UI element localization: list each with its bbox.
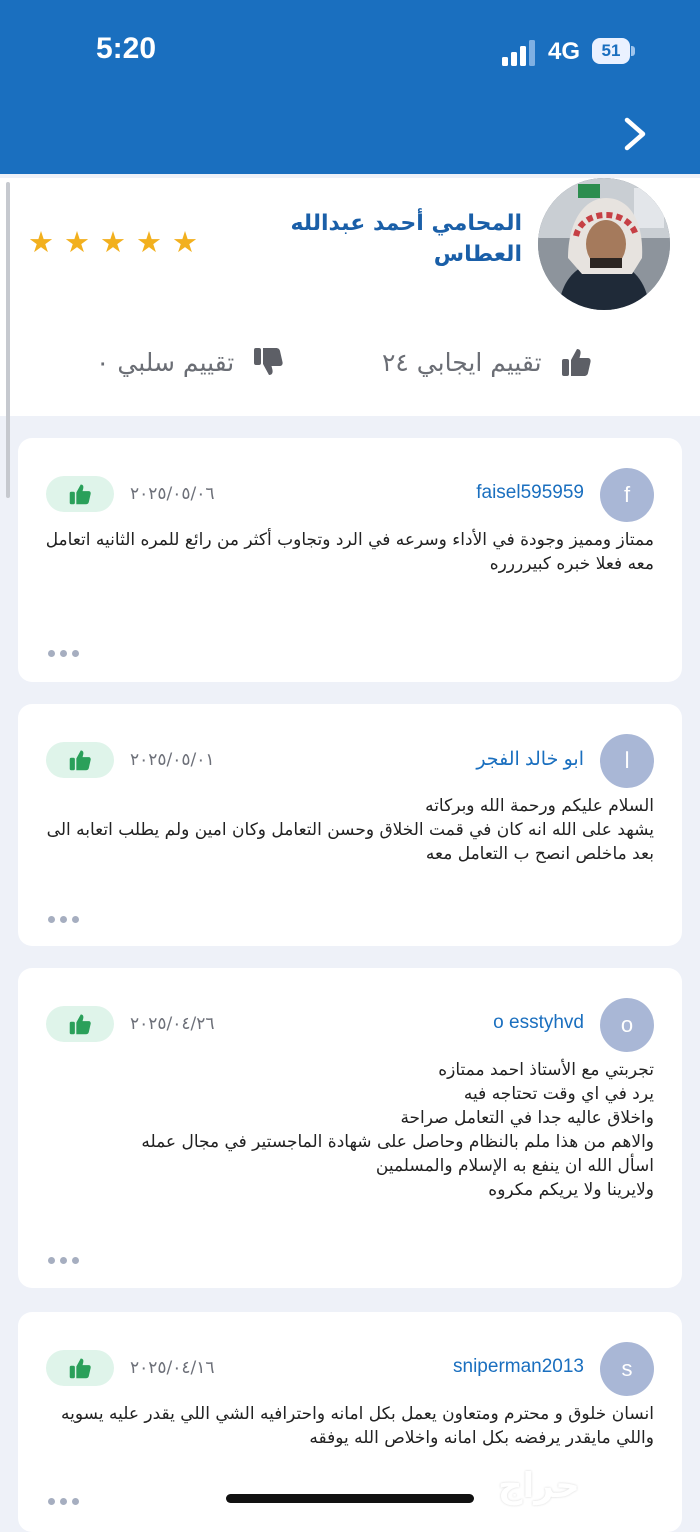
- reviewer-avatar: s: [600, 1342, 654, 1396]
- positive-rating[interactable]: تقييم ايجابي ٢٤: [382, 346, 592, 378]
- thumbs-up-icon: [69, 1358, 91, 1379]
- star-icon: ★: [100, 225, 126, 259]
- signal-icon: [502, 40, 535, 66]
- negative-rating-label: تقييم سلبي ٠: [96, 347, 235, 377]
- review-card: o o esstyhvd ٢٠٢٥/٠٤/٢٦ تجربتي مع الأستا…: [18, 968, 682, 1288]
- star-icon: ★: [172, 225, 198, 259]
- positive-badge: [46, 1006, 114, 1042]
- star-icon: ★: [28, 225, 54, 259]
- review-text: السلام عليكم ورحمة الله وبركاته يشهد على…: [46, 796, 654, 864]
- review-text: انسان خلوق و محترم ومتعاون يعمل بكل امان…: [61, 1404, 654, 1448]
- review-date: ٢٠٢٥/٠٤/٢٦: [130, 1014, 215, 1034]
- more-dots-icon[interactable]: [48, 642, 88, 657]
- lawyer-name: المحامي أحمد عبدالله العطاس: [290, 211, 522, 267]
- positive-badge: [46, 742, 114, 778]
- positive-rating-label: تقييم ايجابي ٢٤: [382, 347, 542, 377]
- battery-icon: 51: [592, 38, 636, 66]
- review-card: f faisel595959 ٢٠٢٥/٠٥/٠٦ ممتاز ومميز وج…: [18, 438, 682, 682]
- more-dots-icon[interactable]: [48, 1249, 88, 1264]
- reviewer-name[interactable]: faisel595959: [476, 482, 584, 504]
- reviewer-name[interactable]: o esstyhvd: [493, 1012, 584, 1034]
- scrollbar[interactable]: [6, 182, 10, 498]
- thumbs-down-icon: [254, 348, 283, 375]
- star-rating: ★ ★ ★ ★ ★: [28, 226, 198, 258]
- reviewer-name[interactable]: ابو خالد الفجر: [476, 748, 584, 771]
- chevron-right-icon[interactable]: [618, 114, 652, 154]
- negative-rating[interactable]: تقييم سلبي ٠: [96, 346, 284, 378]
- reviewer-name[interactable]: sniperman2013: [453, 1356, 584, 1378]
- positive-badge: [46, 476, 114, 512]
- thumbs-up-icon: [69, 484, 91, 505]
- more-dots-icon[interactable]: [48, 908, 88, 923]
- star-icon: ★: [64, 225, 90, 259]
- positive-badge: [46, 1350, 114, 1386]
- more-dots-icon[interactable]: [48, 1490, 88, 1505]
- reviewer-avatar: f: [600, 468, 654, 522]
- lawyer-avatar: [538, 178, 670, 310]
- network-type: 4G: [548, 38, 581, 65]
- reviewer-avatar: o: [600, 998, 654, 1052]
- status-time: 5:20: [96, 32, 157, 65]
- thumbs-up-icon: [69, 1014, 91, 1035]
- thumbs-up-icon: [69, 750, 91, 771]
- review-date: ٢٠٢٥/٠٥/٠٦: [130, 484, 215, 504]
- review-text: تجربتي مع الأستاذ احمد ممتازه يرد في اي …: [141, 1060, 654, 1200]
- battery-level: 51: [601, 41, 621, 60]
- review-date: ٢٠٢٥/٠٥/٠١: [130, 750, 215, 770]
- star-icon: ★: [136, 225, 162, 259]
- thumbs-up-icon: [561, 349, 591, 376]
- review-card: ا ابو خالد الفجر ٢٠٢٥/٠٥/٠١ السلام عليكم…: [18, 704, 682, 946]
- watermark-logo: حراج: [498, 1466, 580, 1506]
- home-indicator[interactable]: [226, 1494, 474, 1503]
- reviewer-avatar: ا: [600, 734, 654, 788]
- review-date: ٢٠٢٥/٠٤/١٦: [130, 1358, 215, 1378]
- review-text: ممتاز ومميز وجودة في الأداء وسرعه في الر…: [45, 530, 654, 574]
- app-header: 5:20 4G 51: [0, 0, 700, 174]
